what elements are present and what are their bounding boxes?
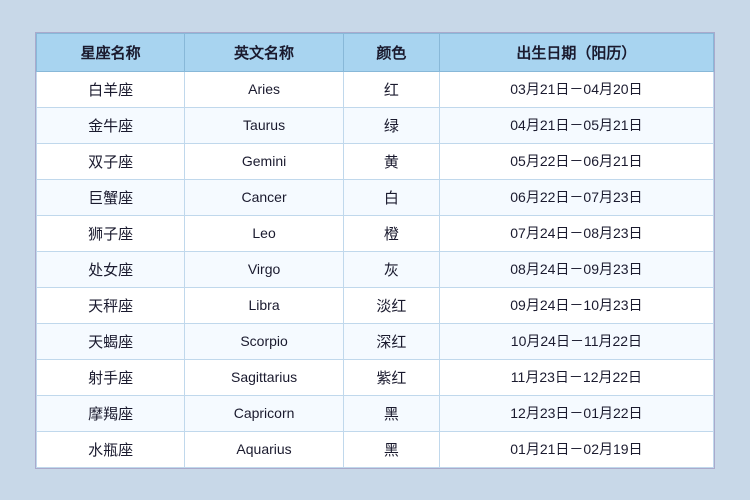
cell-row3-col0: 巨蟹座 bbox=[37, 179, 185, 215]
cell-row1-col3: 04月21日－05月21日 bbox=[439, 107, 713, 143]
header-color: 颜色 bbox=[343, 33, 439, 71]
cell-row6-col2: 淡红 bbox=[343, 287, 439, 323]
cell-row2-col3: 05月22日－06月21日 bbox=[439, 143, 713, 179]
table-row: 天秤座Libra淡红09月24日－10月23日 bbox=[37, 287, 714, 323]
cell-row2-col1: Gemini bbox=[185, 143, 344, 179]
table-row: 狮子座Leo橙07月24日－08月23日 bbox=[37, 215, 714, 251]
cell-row4-col3: 07月24日－08月23日 bbox=[439, 215, 713, 251]
cell-row4-col2: 橙 bbox=[343, 215, 439, 251]
cell-row0-col3: 03月21日－04月20日 bbox=[439, 71, 713, 107]
cell-row1-col0: 金牛座 bbox=[37, 107, 185, 143]
cell-row6-col0: 天秤座 bbox=[37, 287, 185, 323]
cell-row7-col2: 深红 bbox=[343, 323, 439, 359]
cell-row9-col3: 12月23日－01月22日 bbox=[439, 395, 713, 431]
table-row: 处女座Virgo灰08月24日－09月23日 bbox=[37, 251, 714, 287]
cell-row9-col2: 黑 bbox=[343, 395, 439, 431]
cell-row5-col1: Virgo bbox=[185, 251, 344, 287]
table-row: 白羊座Aries红03月21日－04月20日 bbox=[37, 71, 714, 107]
cell-row4-col1: Leo bbox=[185, 215, 344, 251]
header-english-name: 英文名称 bbox=[185, 33, 344, 71]
cell-row9-col1: Capricorn bbox=[185, 395, 344, 431]
cell-row0-col0: 白羊座 bbox=[37, 71, 185, 107]
cell-row8-col1: Sagittarius bbox=[185, 359, 344, 395]
cell-row1-col1: Taurus bbox=[185, 107, 344, 143]
cell-row8-col2: 紫红 bbox=[343, 359, 439, 395]
table-row: 射手座Sagittarius紫红11月23日－12月22日 bbox=[37, 359, 714, 395]
table-row: 金牛座Taurus绿04月21日－05月21日 bbox=[37, 107, 714, 143]
zodiac-table: 星座名称 英文名称 颜色 出生日期（阳历） 白羊座Aries红03月21日－04… bbox=[36, 33, 714, 468]
cell-row4-col0: 狮子座 bbox=[37, 215, 185, 251]
cell-row2-col2: 黄 bbox=[343, 143, 439, 179]
cell-row10-col1: Aquarius bbox=[185, 431, 344, 467]
cell-row7-col3: 10月24日－11月22日 bbox=[439, 323, 713, 359]
table-body: 白羊座Aries红03月21日－04月20日金牛座Taurus绿04月21日－0… bbox=[37, 71, 714, 467]
cell-row8-col3: 11月23日－12月22日 bbox=[439, 359, 713, 395]
table-row: 巨蟹座Cancer白06月22日－07月23日 bbox=[37, 179, 714, 215]
cell-row3-col3: 06月22日－07月23日 bbox=[439, 179, 713, 215]
cell-row10-col3: 01月21日－02月19日 bbox=[439, 431, 713, 467]
header-chinese-name: 星座名称 bbox=[37, 33, 185, 71]
cell-row7-col0: 天蝎座 bbox=[37, 323, 185, 359]
cell-row5-col3: 08月24日－09月23日 bbox=[439, 251, 713, 287]
cell-row5-col2: 灰 bbox=[343, 251, 439, 287]
zodiac-table-container: 星座名称 英文名称 颜色 出生日期（阳历） 白羊座Aries红03月21日－04… bbox=[35, 32, 715, 469]
cell-row3-col1: Cancer bbox=[185, 179, 344, 215]
cell-row6-col1: Libra bbox=[185, 287, 344, 323]
table-row: 双子座Gemini黄05月22日－06月21日 bbox=[37, 143, 714, 179]
header-date: 出生日期（阳历） bbox=[439, 33, 713, 71]
cell-row7-col1: Scorpio bbox=[185, 323, 344, 359]
table-row: 天蝎座Scorpio深红10月24日－11月22日 bbox=[37, 323, 714, 359]
cell-row0-col2: 红 bbox=[343, 71, 439, 107]
cell-row3-col2: 白 bbox=[343, 179, 439, 215]
cell-row1-col2: 绿 bbox=[343, 107, 439, 143]
table-row: 水瓶座Aquarius黑01月21日－02月19日 bbox=[37, 431, 714, 467]
table-row: 摩羯座Capricorn黑12月23日－01月22日 bbox=[37, 395, 714, 431]
cell-row8-col0: 射手座 bbox=[37, 359, 185, 395]
cell-row10-col2: 黑 bbox=[343, 431, 439, 467]
cell-row6-col3: 09月24日－10月23日 bbox=[439, 287, 713, 323]
cell-row0-col1: Aries bbox=[185, 71, 344, 107]
table-header-row: 星座名称 英文名称 颜色 出生日期（阳历） bbox=[37, 33, 714, 71]
cell-row9-col0: 摩羯座 bbox=[37, 395, 185, 431]
cell-row5-col0: 处女座 bbox=[37, 251, 185, 287]
cell-row2-col0: 双子座 bbox=[37, 143, 185, 179]
cell-row10-col0: 水瓶座 bbox=[37, 431, 185, 467]
